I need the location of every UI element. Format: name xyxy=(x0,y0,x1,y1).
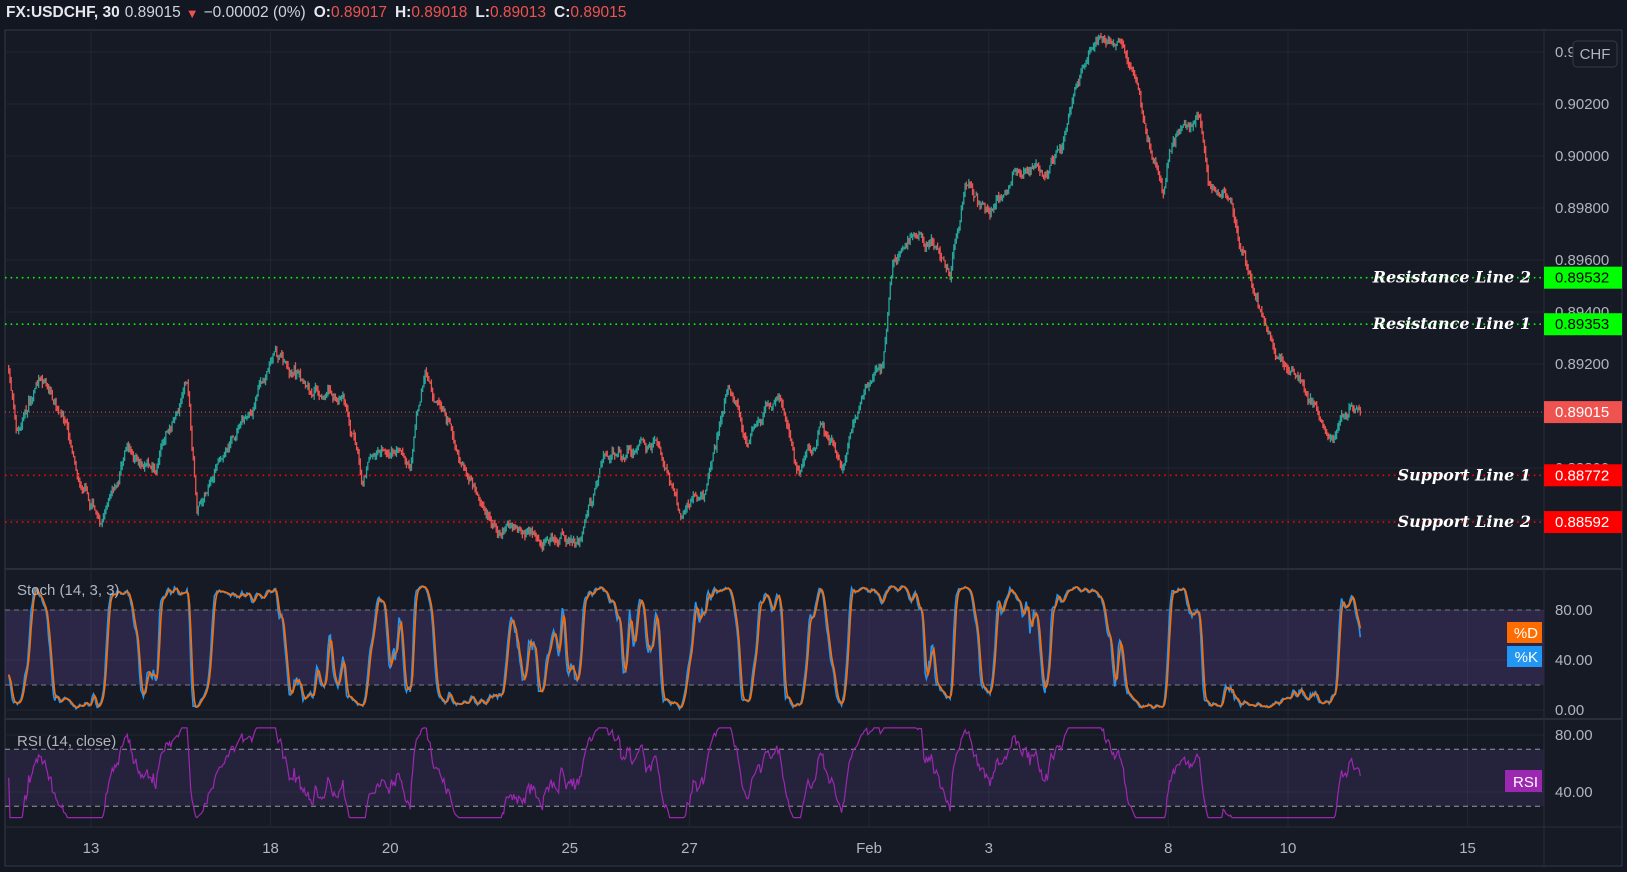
time-tick-label: 20 xyxy=(382,840,399,857)
time-tick-label: 15 xyxy=(1459,840,1476,857)
price-tick-label: 0.90000 xyxy=(1555,148,1609,165)
time-tick-label: Feb xyxy=(856,840,882,857)
time-tick-label: 18 xyxy=(262,840,279,857)
stoch-tick-label: 40.00 xyxy=(1555,652,1593,669)
stoch-tick-label: 0.00 xyxy=(1555,702,1584,719)
stoch-tick-label: 80.00 xyxy=(1555,602,1593,619)
stoch-title: Stoch (14, 3, 3) xyxy=(17,582,120,599)
rsi-title: RSI (14, close) xyxy=(17,733,116,750)
currency-label: CHF xyxy=(1580,46,1611,63)
level-price-label: 0.89353 xyxy=(1555,316,1609,333)
level-name: Support Line 1 xyxy=(1398,465,1531,484)
price-tick-label: 0.89800 xyxy=(1555,200,1609,217)
current-price-label: 0.89015 xyxy=(1555,404,1609,421)
price-tick-label: 0.90200 xyxy=(1555,96,1609,113)
time-tick-label: 3 xyxy=(985,840,993,857)
rsi-band xyxy=(5,749,1544,807)
chart-canvas[interactable]: 0.904000.902000.900000.898000.896000.894… xyxy=(0,0,1627,872)
stoch-band xyxy=(5,610,1544,685)
time-tick-label: 13 xyxy=(83,840,100,857)
time-tick-label: 25 xyxy=(561,840,578,857)
level-price-label: 0.89532 xyxy=(1555,270,1609,287)
rsi-tick-label: 80.00 xyxy=(1555,727,1593,744)
price-tick-label: 0.89200 xyxy=(1555,356,1609,373)
rsi-tick-label: 40.00 xyxy=(1555,784,1593,801)
level-name: Resistance Line 1 xyxy=(1372,314,1531,333)
stoch-k-tag-label: %K xyxy=(1515,649,1538,666)
time-tick-label: 27 xyxy=(681,840,698,857)
time-tick-label: 8 xyxy=(1164,840,1172,857)
level-price-label: 0.88592 xyxy=(1555,514,1609,531)
level-price-label: 0.88772 xyxy=(1555,467,1609,484)
stoch-d-tag-label: %D xyxy=(1514,625,1538,642)
level-name: Resistance Line 2 xyxy=(1372,268,1531,287)
rsi-tag-label: RSI xyxy=(1513,774,1538,791)
level-name: Support Line 2 xyxy=(1398,512,1531,531)
time-tick-label: 10 xyxy=(1280,840,1297,857)
price-tick-label: 0.89600 xyxy=(1555,252,1609,269)
